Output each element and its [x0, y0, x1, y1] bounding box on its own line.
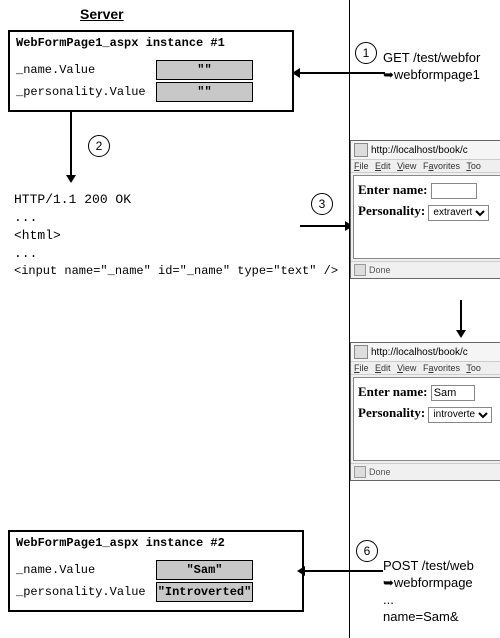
instance1-name-label: _name.Value: [16, 63, 156, 77]
status-icon: [354, 466, 366, 478]
browser2-name-input[interactable]: [431, 385, 475, 401]
browser1-status-text: Done: [369, 265, 391, 275]
server-heading: Server: [80, 6, 124, 22]
resp-line4: ...: [14, 246, 37, 261]
instance2-name-label: _name.Value: [16, 563, 156, 577]
instance2-personality-value: "Introverted": [156, 582, 253, 602]
menu-edit[interactable]: Edit: [375, 363, 391, 373]
instance2-title: WebFormPage1_aspx instance #2: [16, 536, 296, 550]
resp-line5: <input name="_name" id="_name" type="tex…: [14, 264, 338, 278]
page-icon: [354, 345, 368, 359]
browser2-status-bar: Done: [351, 463, 500, 480]
menu-favorites[interactable]: Favorites: [423, 161, 460, 171]
browser2-url: http://localhost/book/c: [371, 347, 468, 358]
browser1-personality-select[interactable]: extravert: [428, 205, 489, 221]
resp-line1: HTTP/1.1 200 OK: [14, 192, 131, 207]
step6-line1: POST /test/web: [383, 558, 474, 575]
menu-favorites[interactable]: Favorites: [423, 363, 460, 373]
step-circle-2: 2: [88, 135, 110, 157]
browser2-personality-select[interactable]: introverte: [428, 407, 492, 423]
browser1-status-bar: Done: [351, 261, 500, 278]
instance-box-1: WebFormPage1_aspx instance #1 _name.Valu…: [8, 30, 294, 112]
resp-line3: <html>: [14, 228, 61, 243]
step-circle-1: 1: [355, 42, 377, 64]
browser1-name-input[interactable]: [431, 183, 477, 199]
browser2-status-text: Done: [369, 467, 391, 477]
browser-window-2: http://localhost/book/c File Edit View F…: [350, 342, 500, 481]
menu-tools[interactable]: Too: [466, 161, 481, 171]
instance2-personality-label: _personality.Value: [16, 585, 156, 599]
browser2-menu-bar: File Edit View Favorites Too: [351, 362, 500, 375]
menu-view[interactable]: View: [397, 161, 416, 171]
instance2-name-value: "Sam": [156, 560, 253, 580]
instance1-personality-label: _personality.Value: [16, 85, 156, 99]
browser1-personality-label: Personality:: [358, 203, 425, 218]
instance-box-2: WebFormPage1_aspx instance #2 _name.Valu…: [8, 530, 304, 612]
browser1-name-label: Enter name:: [358, 182, 427, 197]
arrow-step2: [70, 110, 72, 175]
browser1-url: http://localhost/book/c: [371, 145, 468, 156]
browser2-content: Enter name: Personality: introverte: [353, 377, 500, 461]
instance1-personality-value: "": [156, 82, 253, 102]
arrow-step3: [300, 225, 345, 227]
instance1-title: WebFormPage1_aspx instance #1: [16, 36, 286, 50]
menu-file[interactable]: File: [354, 363, 369, 373]
browser1-menu-bar: File Edit View Favorites Too: [351, 160, 500, 173]
step6-line2: ➥webformpage: [383, 575, 473, 592]
step1-line1: GET /test/webfor: [383, 50, 480, 67]
instance1-name-value: "": [156, 60, 253, 80]
vertical-divider: [349, 0, 350, 638]
browser1-address-bar: http://localhost/book/c: [351, 141, 500, 160]
menu-edit[interactable]: Edit: [375, 161, 391, 171]
page-icon: [354, 143, 368, 157]
menu-file[interactable]: File: [354, 161, 369, 171]
browser2-name-label: Enter name:: [358, 384, 427, 399]
browser-window-1: http://localhost/book/c File Edit View F…: [350, 140, 500, 279]
arrow-step1: [300, 72, 385, 74]
status-icon: [354, 264, 366, 276]
arrow-between-browsers: [460, 300, 462, 330]
menu-tools[interactable]: Too: [466, 363, 481, 373]
browser2-address-bar: http://localhost/book/c: [351, 343, 500, 362]
resp-line2: ...: [14, 210, 37, 225]
step1-line2: ➥webformpage1: [383, 67, 480, 84]
browser1-content: Enter name: Personality: extravert: [353, 175, 500, 259]
browser2-personality-label: Personality:: [358, 405, 425, 420]
arrow-step6: [305, 570, 383, 572]
step-circle-6: 6: [356, 540, 378, 562]
step6-line4: name=Sam&: [383, 609, 459, 626]
step-circle-3: 3: [311, 193, 333, 215]
menu-view[interactable]: View: [397, 363, 416, 373]
step6-line3: ...: [383, 592, 394, 609]
